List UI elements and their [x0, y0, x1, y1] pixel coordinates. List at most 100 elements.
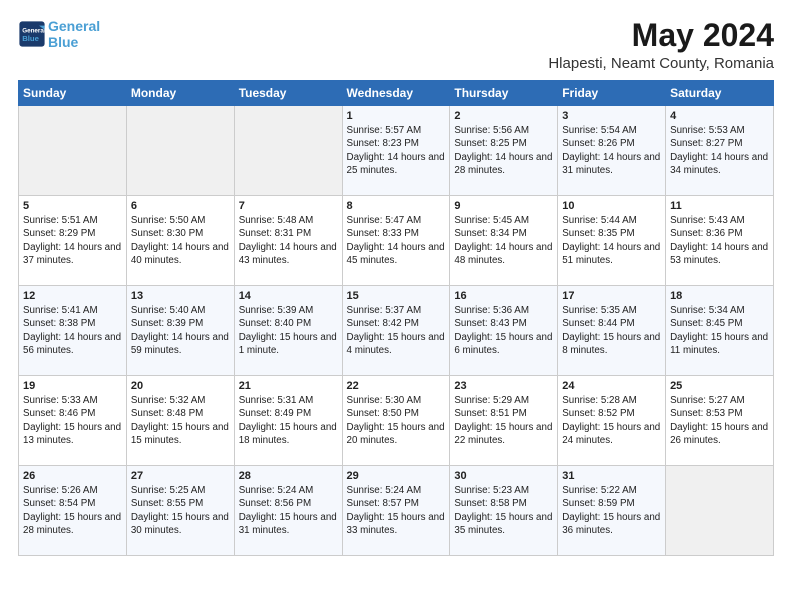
- day-info: Sunrise: 5:51 AM Sunset: 8:29 PM Dayligh…: [23, 214, 122, 267]
- svg-text:Blue: Blue: [22, 34, 39, 43]
- day-number: 22: [347, 380, 446, 392]
- logo-icon: General Blue: [18, 20, 46, 48]
- calendar-cell: 8 Sunrise: 5:47 AM Sunset: 8:33 PM Daylig…: [342, 196, 450, 286]
- calendar-cell: 5 Sunrise: 5:51 AM Sunset: 8:29 PM Daylig…: [19, 196, 127, 286]
- weekday-header: Thursday: [450, 81, 558, 106]
- day-number: 21: [239, 380, 338, 392]
- calendar-cell: 20 Sunrise: 5:32 AM Sunset: 8:48 PM Dayli…: [126, 376, 234, 466]
- calendar-cell: 1 Sunrise: 5:57 AM Sunset: 8:23 PM Daylig…: [342, 106, 450, 196]
- day-number: 31: [562, 470, 661, 482]
- day-info: Sunrise: 5:41 AM Sunset: 8:38 PM Dayligh…: [23, 304, 122, 357]
- day-info: Sunrise: 5:39 AM Sunset: 8:40 PM Dayligh…: [239, 304, 338, 357]
- weekday-header-row: SundayMondayTuesdayWednesdayThursdayFrid…: [19, 81, 774, 106]
- day-info: Sunrise: 5:34 AM Sunset: 8:45 PM Dayligh…: [670, 304, 769, 357]
- day-number: 7: [239, 200, 338, 212]
- day-info: Sunrise: 5:30 AM Sunset: 8:50 PM Dayligh…: [347, 394, 446, 447]
- day-number: 12: [23, 290, 122, 302]
- day-number: 11: [670, 200, 769, 212]
- logo-blue: Blue: [48, 34, 78, 50]
- day-info: Sunrise: 5:43 AM Sunset: 8:36 PM Dayligh…: [670, 214, 769, 267]
- day-number: 10: [562, 200, 661, 212]
- day-info: Sunrise: 5:44 AM Sunset: 8:35 PM Dayligh…: [562, 214, 661, 267]
- weekday-header: Tuesday: [234, 81, 342, 106]
- location: Hlapesti, Neamt County, Romania: [548, 55, 774, 72]
- day-number: 20: [131, 380, 230, 392]
- calendar-week-row: 1 Sunrise: 5:57 AM Sunset: 8:23 PM Daylig…: [19, 106, 774, 196]
- calendar-cell: 24 Sunrise: 5:28 AM Sunset: 8:52 PM Dayli…: [558, 376, 666, 466]
- day-number: 27: [131, 470, 230, 482]
- calendar-cell: 10 Sunrise: 5:44 AM Sunset: 8:35 PM Dayli…: [558, 196, 666, 286]
- calendar-week-row: 12 Sunrise: 5:41 AM Sunset: 8:38 PM Dayli…: [19, 286, 774, 376]
- day-info: Sunrise: 5:32 AM Sunset: 8:48 PM Dayligh…: [131, 394, 230, 447]
- weekday-header: Friday: [558, 81, 666, 106]
- calendar-cell: 18 Sunrise: 5:34 AM Sunset: 8:45 PM Dayli…: [666, 286, 774, 376]
- calendar-cell: 25Sunrise: 5:27 AM Sunset: 8:53 PM Dayli…: [666, 376, 774, 466]
- calendar-cell: 28 Sunrise: 5:24 AM Sunset: 8:56 PM Dayli…: [234, 466, 342, 556]
- day-number: 28: [239, 470, 338, 482]
- day-number: 29: [347, 470, 446, 482]
- day-info: Sunrise: 5:31 AM Sunset: 8:49 PM Dayligh…: [239, 394, 338, 447]
- calendar-cell: 12 Sunrise: 5:41 AM Sunset: 8:38 PM Dayli…: [19, 286, 127, 376]
- calendar-week-row: 5 Sunrise: 5:51 AM Sunset: 8:29 PM Daylig…: [19, 196, 774, 286]
- day-number: 26: [23, 470, 122, 482]
- day-number: 17: [562, 290, 661, 302]
- day-number: 1: [347, 110, 446, 122]
- day-info: Sunrise: 5:28 AM Sunset: 8:52 PM Dayligh…: [562, 394, 661, 447]
- day-info: Sunrise: 5:56 AM Sunset: 8:25 PM Dayligh…: [454, 124, 553, 177]
- calendar-cell: 22 Sunrise: 5:30 AM Sunset: 8:50 PM Dayli…: [342, 376, 450, 466]
- calendar-cell: [666, 466, 774, 556]
- day-info: Sunrise: 5:24 AM Sunset: 8:57 PM Dayligh…: [347, 484, 446, 537]
- day-number: 15: [347, 290, 446, 302]
- day-info: Sunrise: 5:37 AM Sunset: 8:42 PM Dayligh…: [347, 304, 446, 357]
- day-info: Sunrise: 5:23 AM Sunset: 8:58 PM Dayligh…: [454, 484, 553, 537]
- day-number: 9: [454, 200, 553, 212]
- day-info: Sunrise: 5:57 AM Sunset: 8:23 PM Dayligh…: [347, 124, 446, 177]
- calendar-cell: 23 Sunrise: 5:29 AM Sunset: 8:51 PM Dayli…: [450, 376, 558, 466]
- day-number: 18: [670, 290, 769, 302]
- weekday-header: Wednesday: [342, 81, 450, 106]
- calendar-cell: 6 Sunrise: 5:50 AM Sunset: 8:30 PM Daylig…: [126, 196, 234, 286]
- calendar-cell: 14 Sunrise: 5:39 AM Sunset: 8:40 PM Dayli…: [234, 286, 342, 376]
- calendar-cell: 9Sunrise: 5:45 AM Sunset: 8:34 PM Daylig…: [450, 196, 558, 286]
- day-info: Sunrise: 5:29 AM Sunset: 8:51 PM Dayligh…: [454, 394, 553, 447]
- day-info: Sunrise: 5:26 AM Sunset: 8:54 PM Dayligh…: [23, 484, 122, 537]
- calendar-cell: 7 Sunrise: 5:48 AM Sunset: 8:31 PM Daylig…: [234, 196, 342, 286]
- calendar-table: SundayMondayTuesdayWednesdayThursdayFrid…: [18, 80, 774, 556]
- calendar-cell: 13Sunrise: 5:40 AM Sunset: 8:39 PM Dayli…: [126, 286, 234, 376]
- day-info: Sunrise: 5:48 AM Sunset: 8:31 PM Dayligh…: [239, 214, 338, 267]
- weekday-header: Monday: [126, 81, 234, 106]
- day-info: Sunrise: 5:36 AM Sunset: 8:43 PM Dayligh…: [454, 304, 553, 357]
- day-info: Sunrise: 5:25 AM Sunset: 8:55 PM Dayligh…: [131, 484, 230, 537]
- day-number: 16: [454, 290, 553, 302]
- calendar-week-row: 19Sunrise: 5:33 AM Sunset: 8:46 PM Dayli…: [19, 376, 774, 466]
- calendar-cell: 26 Sunrise: 5:26 AM Sunset: 8:54 PM Dayli…: [19, 466, 127, 556]
- header: General Blue General Blue May 2024 Hlape…: [18, 18, 774, 72]
- weekday-header: Saturday: [666, 81, 774, 106]
- calendar-cell: 29 Sunrise: 5:24 AM Sunset: 8:57 PM Dayli…: [342, 466, 450, 556]
- day-number: 2: [454, 110, 553, 122]
- day-number: 14: [239, 290, 338, 302]
- day-number: 5: [23, 200, 122, 212]
- calendar-cell: 19Sunrise: 5:33 AM Sunset: 8:46 PM Dayli…: [19, 376, 127, 466]
- calendar-cell: 30Sunrise: 5:23 AM Sunset: 8:58 PM Dayli…: [450, 466, 558, 556]
- day-info: Sunrise: 5:27 AM Sunset: 8:53 PM Dayligh…: [670, 394, 769, 447]
- day-number: 23: [454, 380, 553, 392]
- day-info: Sunrise: 5:24 AM Sunset: 8:56 PM Dayligh…: [239, 484, 338, 537]
- day-number: 6: [131, 200, 230, 212]
- day-number: 3: [562, 110, 661, 122]
- month-year: May 2024: [548, 18, 774, 53]
- day-number: 8: [347, 200, 446, 212]
- page: General Blue General Blue May 2024 Hlape…: [0, 0, 792, 566]
- calendar-cell: 2 Sunrise: 5:56 AM Sunset: 8:25 PM Daylig…: [450, 106, 558, 196]
- logo-general: General: [48, 18, 100, 34]
- calendar-cell: 15 Sunrise: 5:37 AM Sunset: 8:42 PM Dayli…: [342, 286, 450, 376]
- day-info: Sunrise: 5:40 AM Sunset: 8:39 PM Dayligh…: [131, 304, 230, 357]
- calendar-cell: 3Sunrise: 5:54 AM Sunset: 8:26 PM Daylig…: [558, 106, 666, 196]
- day-info: Sunrise: 5:50 AM Sunset: 8:30 PM Dayligh…: [131, 214, 230, 267]
- weekday-header: Sunday: [19, 81, 127, 106]
- day-info: Sunrise: 5:47 AM Sunset: 8:33 PM Dayligh…: [347, 214, 446, 267]
- calendar-cell: 27 Sunrise: 5:25 AM Sunset: 8:55 PM Dayli…: [126, 466, 234, 556]
- day-number: 24: [562, 380, 661, 392]
- title-block: May 2024 Hlapesti, Neamt County, Romania: [548, 18, 774, 72]
- calendar-week-row: 26 Sunrise: 5:26 AM Sunset: 8:54 PM Dayli…: [19, 466, 774, 556]
